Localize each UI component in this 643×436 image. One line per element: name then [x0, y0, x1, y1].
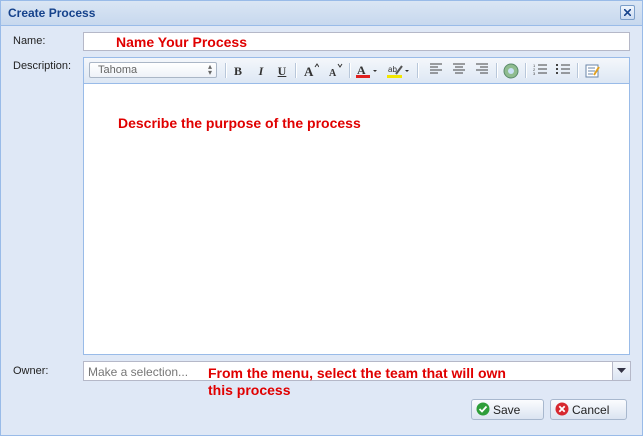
bullet-list-icon[interactable] — [556, 63, 570, 79]
font-select-value: Tahoma — [98, 64, 138, 76]
owner-annotation-line2: this process — [208, 382, 291, 398]
toolbar-separator — [577, 63, 579, 78]
name-annotation: Name Your Process — [116, 34, 247, 50]
select-arrows-icon: ▴ ▾ — [207, 62, 212, 77]
checkmark-icon — [476, 402, 490, 416]
align-center-icon[interactable] — [452, 63, 466, 79]
close-icon — [624, 9, 631, 16]
toolbar-separator — [525, 63, 527, 78]
save-button[interactable]: Save — [471, 399, 544, 420]
toolbar-separator — [225, 63, 227, 78]
owner-placeholder: Make a selection... — [88, 365, 189, 379]
highlight-color-icon[interactable]: ab — [387, 63, 411, 79]
dialog-titlebar[interactable]: Create Process — [1, 1, 642, 26]
font-select[interactable]: Tahoma ▴ ▾ — [89, 62, 217, 78]
bold-button[interactable]: B — [232, 63, 244, 79]
underline-button[interactable]: U — [276, 63, 288, 79]
font-color-icon[interactable]: A — [356, 63, 378, 79]
decrease-font-icon[interactable]: A — [328, 63, 343, 79]
cancel-label: Cancel — [572, 403, 610, 417]
italic-button[interactable]: I — [255, 63, 267, 79]
close-button[interactable] — [620, 5, 635, 20]
svg-text:A: A — [304, 64, 314, 77]
dialog-title: Create Process — [8, 6, 96, 20]
description-annotation: Describe the purpose of the process — [118, 115, 361, 131]
name-label: Name: — [13, 35, 46, 47]
chevron-down-icon — [617, 368, 626, 373]
toolbar-separator — [295, 63, 297, 78]
toolbar-separator — [349, 63, 351, 78]
svg-text:3: 3 — [533, 71, 536, 75]
create-process-dialog: Create Process Name: Name Your Process D… — [0, 0, 643, 436]
svg-text:A: A — [329, 68, 337, 77]
toolbar-separator — [417, 63, 419, 78]
toolbar-separator — [496, 63, 498, 78]
editor-toolbar: Tahoma ▴ ▾ B I U A A A ab 123 — [84, 58, 629, 84]
source-edit-icon[interactable] — [585, 63, 600, 79]
align-right-icon[interactable] — [475, 63, 489, 79]
increase-font-icon[interactable]: A — [303, 63, 320, 79]
description-label: Description: — [13, 60, 72, 72]
save-label: Save — [493, 403, 521, 417]
numbered-list-icon[interactable]: 123 — [533, 63, 547, 79]
cancel-icon — [555, 402, 569, 416]
owner-dropdown-trigger[interactable] — [612, 362, 630, 380]
owner-label: Owner: — [13, 365, 49, 377]
insert-link-icon[interactable] — [503, 63, 519, 79]
description-editor[interactable]: Tahoma ▴ ▾ B I U A A A ab 123 — [83, 57, 630, 355]
svg-text:A: A — [357, 63, 366, 77]
owner-annotation-line1: From the menu, select the team that will… — [208, 365, 506, 381]
align-left-icon[interactable] — [429, 63, 443, 79]
cancel-button[interactable]: Cancel — [550, 399, 627, 420]
